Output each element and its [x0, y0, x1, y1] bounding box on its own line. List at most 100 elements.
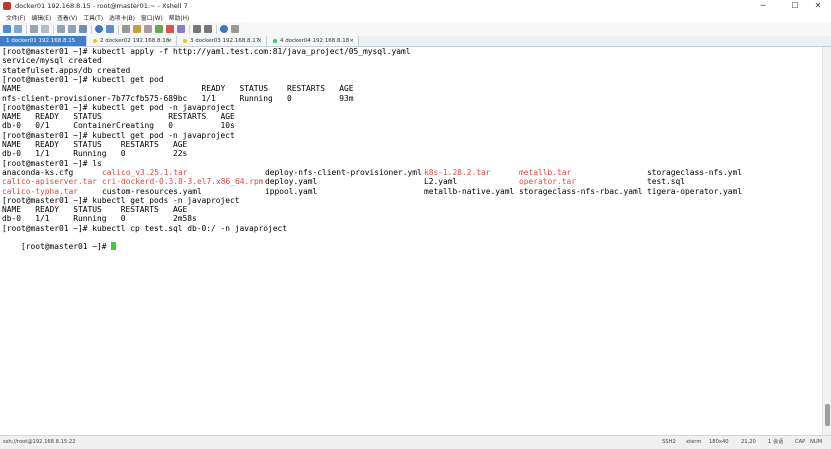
color-scheme-icon[interactable]: [106, 25, 114, 33]
ls-row: calico-apiserver.tar cri-dockerd-0.3.8-3…: [2, 177, 802, 186]
menu-tools[interactable]: 工具(T): [83, 13, 103, 22]
lock-icon[interactable]: [133, 25, 141, 33]
find-icon[interactable]: [79, 25, 87, 33]
terminal-line: [root@master01 ~]# ls: [2, 158, 102, 168]
ls-entry: calico-apiserver.tar: [2, 177, 98, 187]
tab-label: 3 docker03 192.168.8.17: [190, 38, 260, 44]
tab-docker03[interactable]: 3 docker03 192.168.8.17 ×: [177, 36, 267, 46]
toolbar-divider: [91, 24, 92, 34]
terminal-line: nfs-client-provisioner-7b77cfb575-689bc …: [2, 93, 354, 103]
status-bar: ssh://root@192.168.8.15:22 SSH2 xterm 18…: [0, 435, 831, 449]
terminal-output[interactable]: [root@master01 ~]# kubectl apply -f http…: [0, 47, 822, 435]
tab-docker04[interactable]: 4 docker04 192.168.8.18 ×: [267, 36, 359, 46]
toolbar-divider: [53, 24, 54, 34]
status-dot-icon: [273, 38, 277, 43]
keyboard-icon[interactable]: [144, 25, 152, 33]
options-icon[interactable]: [231, 25, 239, 33]
menu-window[interactable]: 窗口(W): [141, 13, 163, 22]
toolbar-divider: [216, 24, 217, 34]
status-dot-icon: [183, 38, 187, 43]
layout-icon[interactable]: [193, 25, 201, 33]
status-dot-icon: [93, 38, 97, 43]
ls-entry: calico_v3.25.1.tar: [102, 167, 188, 177]
tab-close-icon[interactable]: ×: [349, 36, 354, 46]
terminal-line: service/mysql created: [2, 56, 102, 66]
open-folder-icon[interactable]: [14, 25, 22, 33]
ls-entry: cri-dockerd-0.3.8-3.el7.x86_64.rpm: [102, 177, 264, 187]
terminal-line: [root@master01 ~]# kubectl cp test.sql d…: [2, 223, 288, 233]
menu-help[interactable]: 帮助(H): [169, 13, 189, 22]
new-session-icon[interactable]: [3, 25, 11, 33]
cursor-position: 21,20: [741, 439, 756, 445]
terminal-line: [root@master01 ~]# kubectl get pod -n ja…: [2, 102, 235, 112]
toolbar-divider: [189, 24, 190, 34]
terminal-line: db-0 1/1 Running 0 22s: [2, 149, 188, 159]
prompt-line: [root@master01 ~]#: [2, 233, 117, 251]
disconnect-icon[interactable]: [41, 25, 49, 33]
fullscreen-icon[interactable]: [204, 25, 212, 33]
toolbar-divider: [118, 24, 119, 34]
xftp-icon[interactable]: [155, 25, 163, 33]
window-title: docker01 192.168.8.15 - root@master01:~ …: [15, 2, 188, 10]
paste-icon[interactable]: [68, 25, 76, 33]
menu-view[interactable]: 查看(V): [57, 13, 77, 22]
tab-label: 4 docker04 192.168.8.18: [280, 38, 350, 44]
ls-entry: metallb-native.yaml: [424, 186, 515, 196]
terminal-line: [root@master01 ~]# kubectl get pod -n ja…: [2, 130, 235, 140]
ls-entry: custom-resources.yaml: [102, 186, 202, 196]
ls-entry: metallb.tar: [519, 167, 572, 177]
vertical-scrollbar[interactable]: [822, 47, 831, 435]
script-icon[interactable]: [166, 25, 174, 33]
ls-entry: storageclass-nfs.yml: [647, 167, 743, 177]
menu-file[interactable]: 文件(F): [6, 13, 25, 22]
terminal-size: 180x40: [709, 439, 729, 445]
font-icon[interactable]: [122, 25, 130, 33]
terminal-line: NAME READY STATUS RESTARTS AGE: [2, 84, 354, 94]
session-tab-bar: 1 docker01 192.168.8.15 2 docker02 192.1…: [0, 36, 831, 47]
tab-docker02[interactable]: 2 docker02 192.168.8.16 ×: [87, 36, 177, 46]
ls-entry: deploy-nfs-client-provisioner.yml: [265, 167, 422, 177]
globe-icon[interactable]: [95, 25, 103, 33]
terminal-line: [root@master01 ~]# kubectl get pods -n j…: [2, 195, 240, 205]
ls-entry: calico-typha.tar: [2, 186, 79, 196]
ls-entry: deploy.yaml: [265, 177, 318, 187]
tab-label: 2 docker02 192.168.8.16: [100, 38, 170, 44]
connection-status: ssh://root@192.168.8.15:22: [3, 439, 76, 445]
menu-tab[interactable]: 选项卡(B): [109, 13, 135, 22]
link-icon[interactable]: [30, 25, 38, 33]
terminal-line: [root@master01 ~]# kubectl get pod: [2, 74, 164, 84]
tab-close-icon[interactable]: ×: [257, 36, 262, 46]
ls-entry: k8s-1.28.2.tar: [424, 167, 491, 177]
title-bar: docker01 192.168.8.15 - root@master01:~ …: [0, 0, 831, 12]
ls-row: calico-typha.tar custom-resources.yaml i…: [2, 187, 802, 196]
terminal-line: NAME READY STATUS RESTARTS AGE: [2, 140, 188, 149]
protocol-status: SSH2: [662, 439, 676, 445]
terminal-type: xterm: [686, 439, 702, 445]
copy-icon[interactable]: [57, 25, 65, 33]
tab-docker01[interactable]: 1 docker01 192.168.8.15: [0, 36, 87, 46]
ls-entry: operator.tar: [519, 177, 577, 187]
compose-icon[interactable]: [177, 25, 185, 33]
terminal-line: [root@master01 ~]# kubectl apply -f http…: [2, 47, 411, 56]
terminal-line: NAME READY STATUS RESTARTS AGE: [2, 205, 188, 215]
scrollbar-thumb[interactable]: [825, 404, 830, 426]
terminal-cursor: [111, 242, 117, 251]
terminal-line: statefulset.apps/db created: [2, 65, 131, 75]
menu-edit[interactable]: 编辑(E): [31, 13, 51, 22]
toolbar-divider: [26, 24, 27, 34]
maximize-button[interactable]: ☐: [784, 0, 806, 12]
ls-entry: L2.yaml: [424, 177, 458, 187]
caps-indicator: CAP: [795, 439, 806, 445]
num-indicator: NUM: [810, 439, 823, 445]
tab-label: 1 docker01 192.168.8.15: [6, 38, 76, 44]
tab-close-icon[interactable]: ×: [167, 36, 172, 46]
ls-entry: anaconda-ks.cfg: [2, 167, 74, 177]
minimize-button[interactable]: ─: [752, 0, 774, 12]
help-icon[interactable]: [220, 25, 228, 33]
ls-entry: storageclass-nfs-rbac.yaml: [519, 186, 643, 196]
ls-entry: tigera-operator.yaml: [647, 186, 743, 196]
terminal-line: db-0 0/1 ContainerCreating 0 10s: [2, 121, 235, 131]
menu-bar: 文件(F) 编辑(E) 查看(V) 工具(T) 选项卡(B) 窗口(W) 帮助(…: [0, 12, 831, 22]
close-button[interactable]: ✕: [807, 0, 829, 12]
xshell-logo-icon: [3, 2, 11, 10]
